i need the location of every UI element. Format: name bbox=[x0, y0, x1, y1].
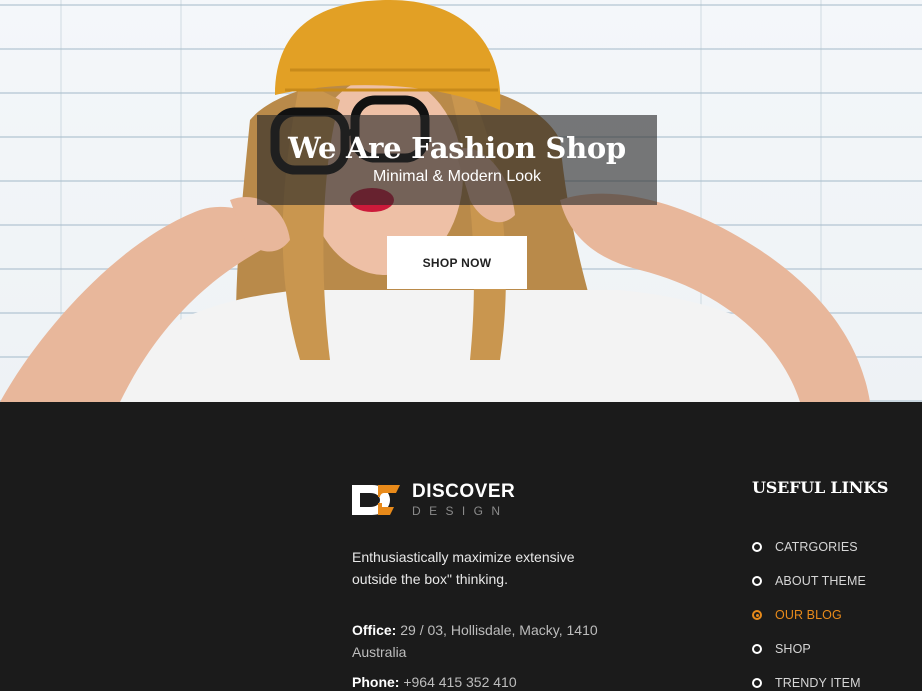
useful-link-label: CATRGORIES bbox=[775, 540, 858, 554]
hero-title: We Are Fashion Shop bbox=[288, 131, 626, 165]
discover-design-logo-icon bbox=[352, 485, 400, 515]
circle-bullet-icon bbox=[752, 542, 762, 552]
site-footer: DISCOVER DESIGN Enthusiastically maximiz… bbox=[0, 402, 922, 691]
phone-value[interactable]: +964 415 352 410 bbox=[403, 674, 516, 690]
useful-link-label: OUR BLOG bbox=[775, 608, 842, 622]
useful-link-our-blog[interactable]: OUR BLOG bbox=[752, 598, 866, 632]
office-label: Office: bbox=[352, 622, 397, 638]
circle-bullet-icon bbox=[752, 678, 762, 688]
useful-link-label: SHOP bbox=[775, 642, 811, 656]
active-circle-bullet-icon bbox=[752, 610, 762, 620]
circle-bullet-icon bbox=[752, 576, 762, 586]
circle-bullet-icon bbox=[752, 644, 762, 654]
footer-about-text: Enthusiastically maximize extensive outs… bbox=[352, 549, 575, 587]
useful-links-title: USEFUL LINKS bbox=[752, 478, 889, 497]
useful-link-categories[interactable]: CATRGORIES bbox=[752, 530, 866, 564]
footer-logo[interactable]: DISCOVER DESIGN bbox=[352, 482, 515, 518]
useful-link-shop[interactable]: SHOP bbox=[752, 632, 866, 666]
useful-link-label: TRENDY ITEM bbox=[775, 676, 861, 690]
office-address: Office: 29 / 03, Hollisdale, Macky, 1410… bbox=[352, 619, 642, 663]
shop-now-button[interactable]: SHOP NOW bbox=[387, 236, 527, 289]
useful-link-label: ABOUT THEME bbox=[775, 574, 866, 588]
logo-name: DISCOVER bbox=[412, 481, 516, 502]
hero-banner: We Are Fashion Shop Minimal & Modern Loo… bbox=[0, 0, 922, 402]
logo-tagline: DESIGN bbox=[412, 504, 509, 518]
useful-link-trendy-item[interactable]: TRENDY ITEM bbox=[752, 666, 866, 691]
hero-subtitle: Minimal & Modern Look bbox=[372, 168, 542, 185]
useful-link-about-theme[interactable]: ABOUT THEME bbox=[752, 564, 866, 598]
hero-caption-box: We Are Fashion Shop Minimal & Modern Loo… bbox=[257, 115, 657, 205]
phone-label: Phone: bbox=[352, 674, 400, 690]
phone-number: Phone: +964 415 352 410 bbox=[352, 671, 642, 691]
useful-links-list: CATRGORIES ABOUT THEME OUR BLOG SHOP TRE… bbox=[752, 530, 866, 691]
